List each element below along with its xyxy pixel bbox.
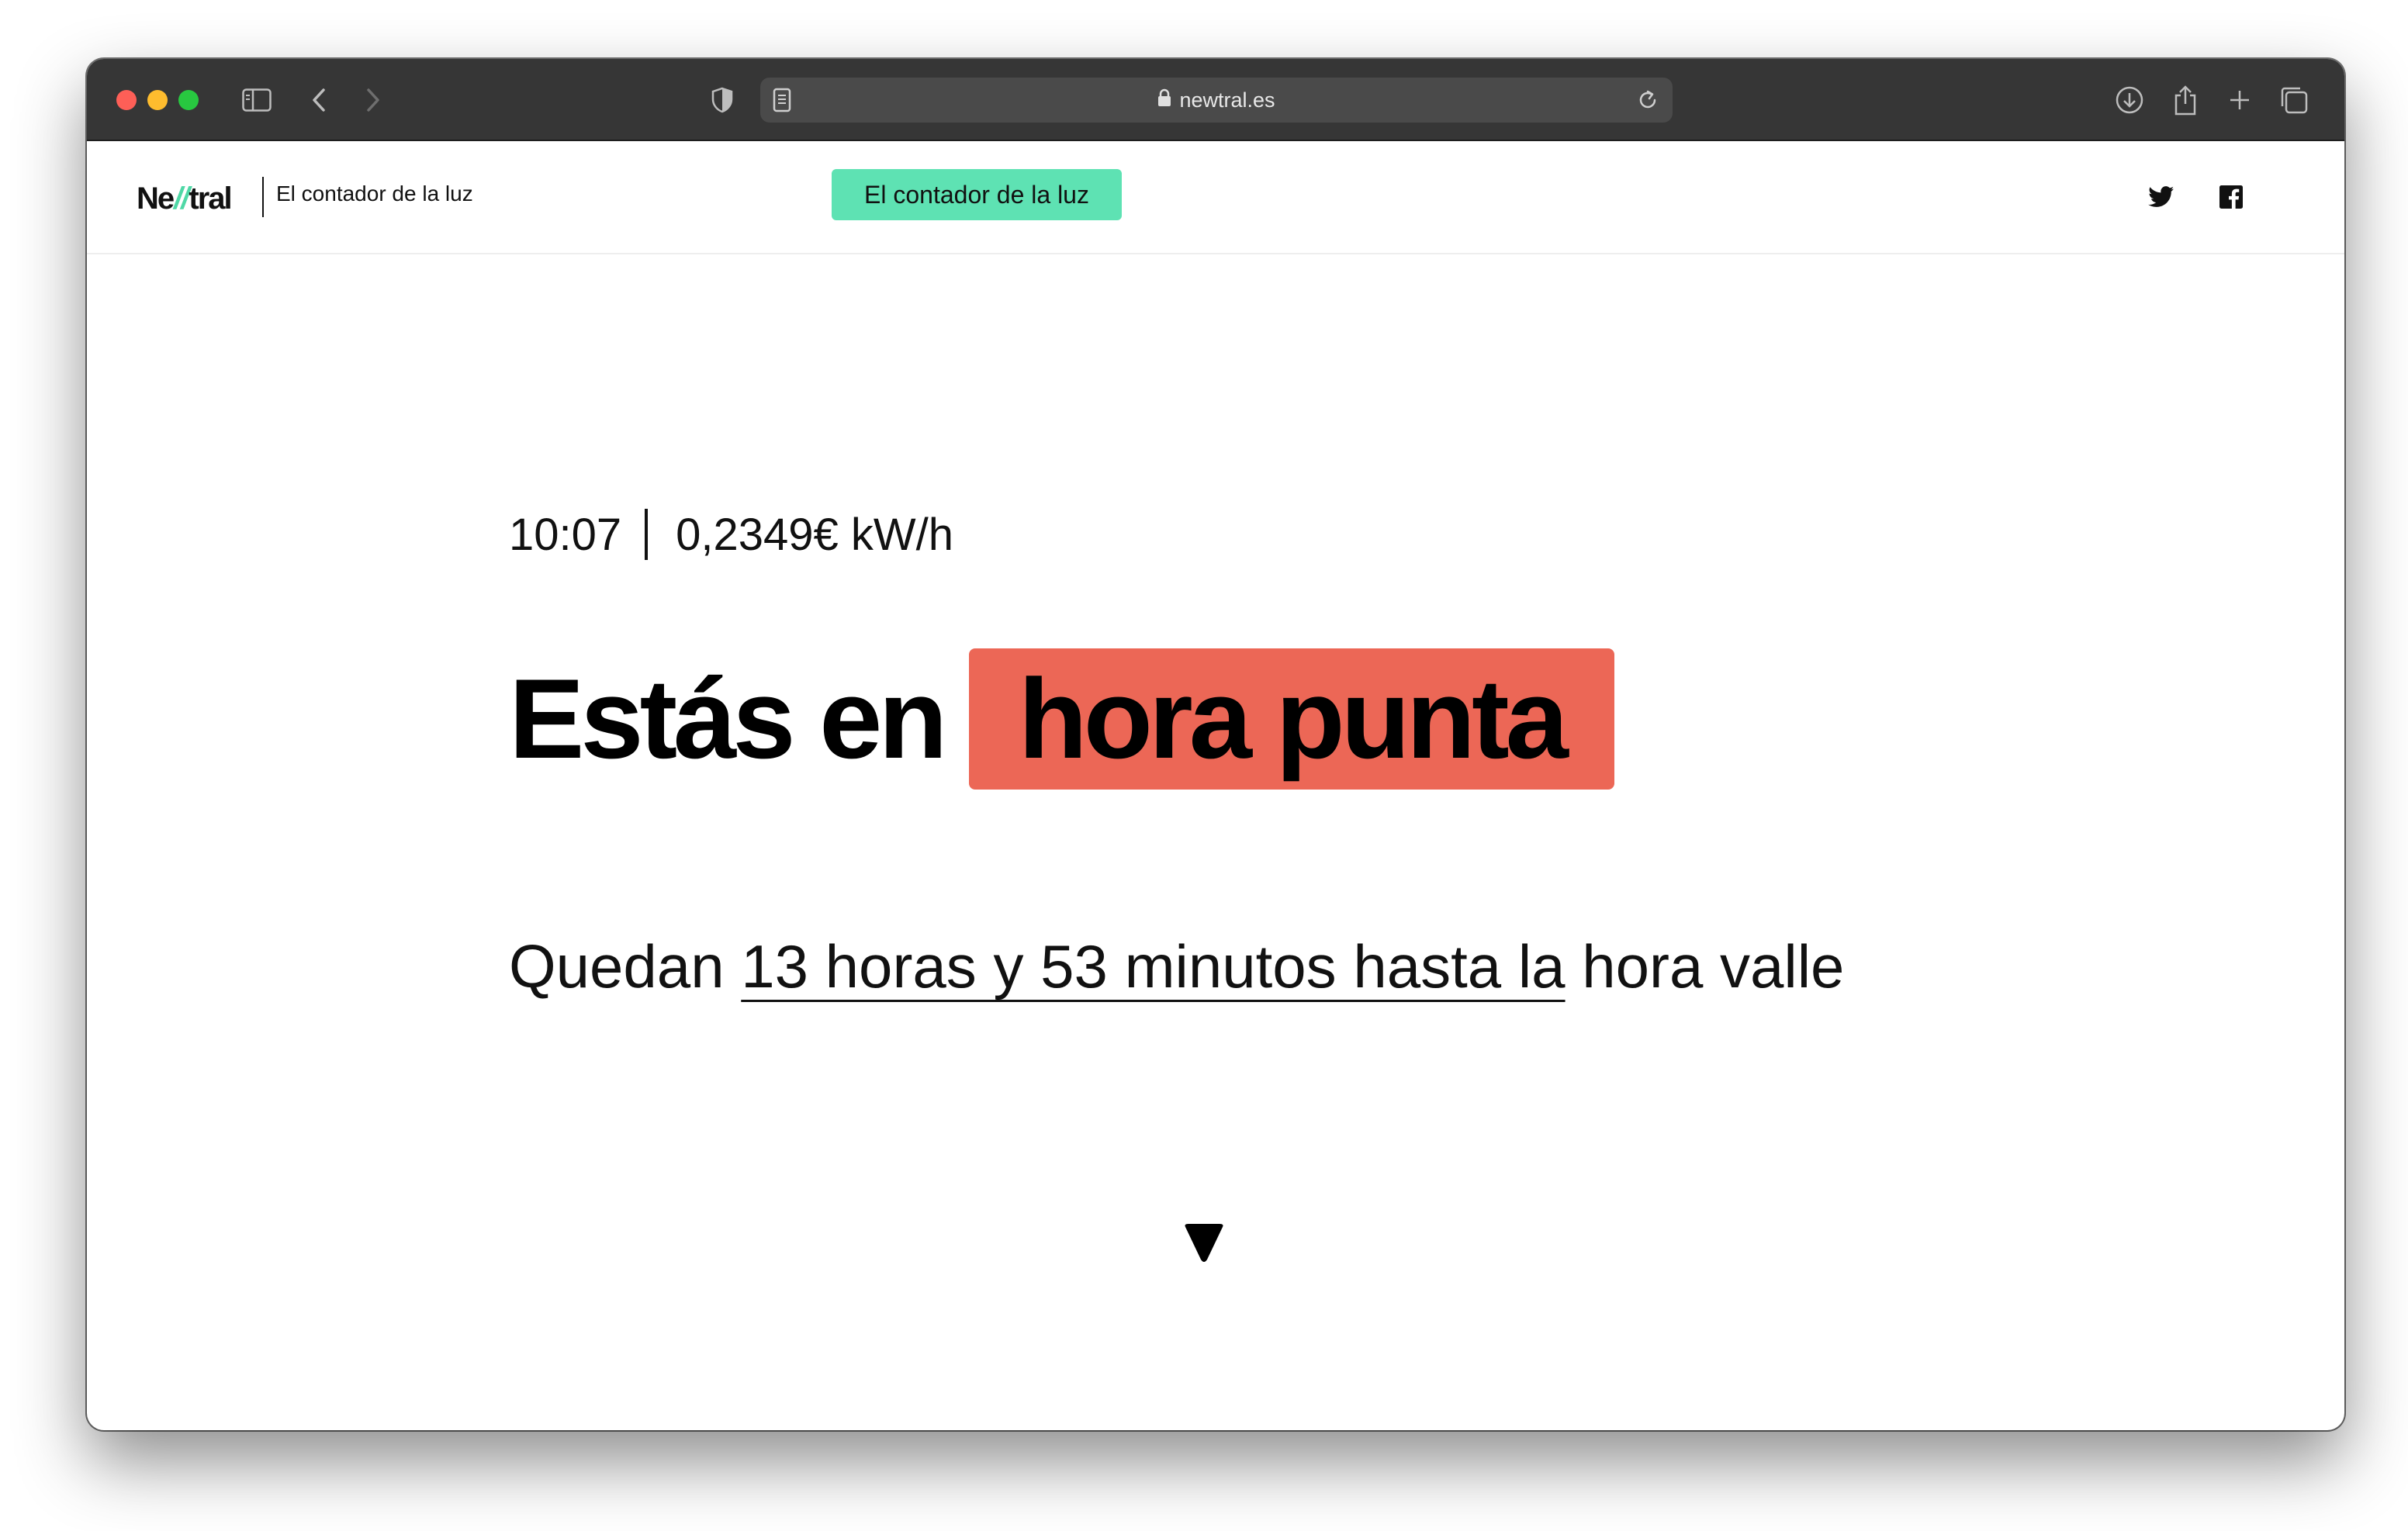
new-tab-icon[interactable] <box>2222 82 2258 118</box>
twitter-icon[interactable] <box>2146 181 2177 213</box>
headline: Estás en hora punta <box>509 648 1614 790</box>
time-price-row: 10:07 0,2349€ kW/h <box>509 507 953 562</box>
current-time: 10:07 <box>509 509 622 560</box>
peak-hour-label: hora punta <box>1018 655 1569 782</box>
scroll-down-arrow-icon[interactable] <box>1182 1222 1226 1264</box>
sidebar-icon[interactable] <box>239 82 275 118</box>
back-icon[interactable] <box>301 82 337 118</box>
header-pill-link[interactable]: El contador de la luz <box>832 169 1122 220</box>
time-remaining-text: Quedan 13 horas y 53 minutos hasta la ho… <box>509 920 1905 1013</box>
browser-toolbar: newtral.es <box>87 59 2344 141</box>
current-price: 0,2349€ kW/h <box>676 509 954 560</box>
meta-separator <box>645 509 649 560</box>
tabs-overview-icon[interactable] <box>2276 82 2312 118</box>
minimize-window-button[interactable] <box>147 90 168 110</box>
peak-hour-badge: hora punta <box>968 648 1614 790</box>
logo-divider <box>262 177 264 217</box>
reload-icon[interactable] <box>1635 87 1660 117</box>
remaining-prefix: Quedan <box>509 932 725 1001</box>
shield-icon[interactable] <box>704 82 740 118</box>
forward-icon[interactable] <box>355 82 391 118</box>
lock-icon <box>1157 88 1171 112</box>
newtral-logo[interactable]: Ne//tral <box>137 178 233 219</box>
site-header: Ne//tral El contador de la luz El contad… <box>87 141 2344 254</box>
remaining-suffix: hora valle <box>1582 932 1845 1001</box>
browser-window: newtral.es Ne//tral El contador de la lu… <box>87 59 2344 1430</box>
remaining-countdown: 13 horas y 53 minutos hasta la <box>741 932 1566 1001</box>
address-bar[interactable]: newtral.es <box>760 78 1673 123</box>
headline-prefix: Estás en <box>509 655 948 782</box>
facebook-icon[interactable] <box>2216 181 2247 213</box>
download-icon[interactable] <box>2112 82 2147 118</box>
close-window-button[interactable] <box>116 90 137 110</box>
url-text: newtral.es <box>1179 88 1275 112</box>
zoom-window-button[interactable] <box>178 90 199 110</box>
header-subtitle[interactable]: El contador de la luz <box>276 181 473 206</box>
share-icon[interactable] <box>2168 82 2203 118</box>
